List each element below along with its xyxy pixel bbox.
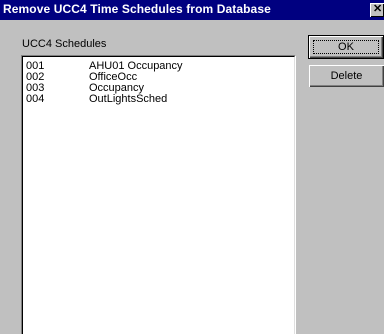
schedules-list: 001 AHU01 Occupancy 002 OfficeOcc 003 Oc… [22, 56, 295, 334]
delete-button-label: Delete [330, 70, 363, 82]
delete-button[interactable]: Delete [309, 65, 384, 87]
close-button[interactable]: ✕ [370, 3, 384, 17]
title-bar: Remove UCC4 Time Schedules from Database… [0, 0, 384, 20]
close-icon: ✕ [373, 3, 383, 15]
schedules-label: UCC4 Schedules [22, 38, 107, 50]
schedule-number: 004 [26, 93, 45, 105]
schedule-name: OutLightsSched [89, 93, 168, 105]
schedules-listbox[interactable]: 001 AHU01 Occupancy 002 OfficeOcc 003 Oc… [21, 55, 296, 334]
window-title: Remove UCC4 Time Schedules from Database [3, 2, 271, 16]
ok-button[interactable]: OK [308, 35, 384, 59]
ok-button-label: OK [338, 41, 354, 53]
